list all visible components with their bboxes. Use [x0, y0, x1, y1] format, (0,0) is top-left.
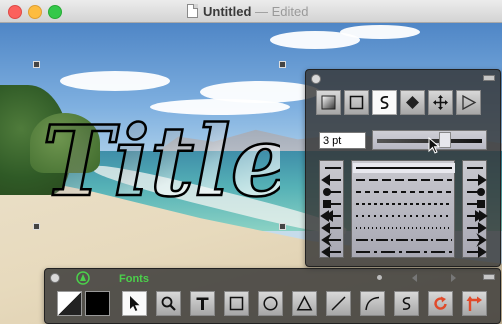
magnifier-icon — [161, 296, 176, 311]
minimize-window-button[interactable] — [28, 5, 42, 19]
dash-pattern-list[interactable] — [351, 160, 455, 258]
stroke-inspector-panel: 3 pt — [305, 69, 501, 267]
square-icon — [229, 296, 244, 311]
s-curve-icon — [380, 96, 389, 109]
page-indicator-dot — [377, 275, 382, 280]
title-text-art[interactable]: Title — [40, 83, 280, 223]
rectangle-tool[interactable] — [224, 291, 249, 316]
title-art-text: Title — [42, 105, 280, 218]
tools-palette: Fonts — [44, 268, 501, 324]
play-tool[interactable] — [456, 90, 481, 115]
color-mode-icon[interactable] — [76, 271, 90, 285]
stroke-width-field[interactable]: 3 pt — [319, 132, 366, 149]
arc-icon — [365, 296, 380, 311]
document-name: Untitled — [203, 4, 252, 19]
play-triangle-icon — [462, 94, 477, 111]
close-palette-icon[interactable] — [50, 273, 60, 283]
circle-icon — [263, 296, 278, 311]
close-window-button[interactable] — [8, 5, 22, 19]
window-titlebar: Untitled — Edited — [0, 0, 502, 23]
next-arrow-icon[interactable] — [449, 274, 457, 282]
selection-handle[interactable] — [279, 223, 286, 230]
selection-handle[interactable] — [279, 61, 286, 68]
edited-status: Edited — [271, 4, 309, 19]
triangle-icon — [296, 295, 313, 311]
move-tool[interactable] — [428, 90, 453, 115]
arrows-icon — [466, 296, 482, 311]
stroke-width-slider[interactable] — [372, 130, 487, 154]
dash-patterns-icon — [353, 163, 455, 253]
fill-color-swatch[interactable] — [85, 291, 110, 316]
ellipse-tool[interactable] — [258, 291, 283, 316]
cloud — [340, 25, 420, 39]
arrow-cursor-icon — [130, 296, 140, 311]
square-icon — [349, 95, 364, 110]
close-panel-icon[interactable] — [311, 74, 321, 84]
gradient-fill-tool[interactable] — [316, 90, 341, 115]
rotate-icon — [434, 296, 447, 310]
diamond-tool[interactable] — [400, 90, 425, 115]
line-tool[interactable] — [326, 291, 351, 316]
four-arrows-icon — [433, 95, 448, 110]
panel-resize-grip[interactable] — [483, 75, 495, 81]
previous-arrow-icon[interactable] — [411, 274, 419, 282]
diamond-icon — [406, 96, 419, 109]
end-arrowheads-icon — [467, 167, 488, 258]
palette-resize-grip[interactable] — [483, 274, 495, 280]
text-tool[interactable] — [190, 291, 215, 316]
arc-tool[interactable] — [360, 291, 385, 316]
start-cap-list[interactable] — [319, 160, 344, 258]
selection-handle[interactable] — [33, 61, 40, 68]
gradient-square-icon — [321, 95, 336, 110]
triangle-tool[interactable] — [292, 291, 317, 316]
document-icon[interactable] — [187, 4, 198, 18]
select-tool[interactable] — [122, 291, 147, 316]
line-icon — [331, 296, 346, 311]
zoom-window-button[interactable] — [48, 5, 62, 19]
window-title: Untitled — Edited — [203, 4, 309, 19]
T-icon — [196, 297, 209, 310]
title-separator: — — [255, 4, 269, 19]
rotate-tool[interactable] — [428, 291, 453, 316]
fonts-button[interactable]: Fonts — [119, 273, 149, 285]
freehand-tool[interactable] — [394, 291, 419, 316]
zoom-tool[interactable] — [156, 291, 181, 316]
freehand-stroke-tool[interactable] — [372, 90, 397, 115]
selection-handle[interactable] — [33, 223, 40, 230]
start-arrowheads-icon — [320, 167, 341, 258]
end-cap-list[interactable] — [462, 160, 488, 258]
rectangle-style-tool[interactable] — [344, 90, 369, 115]
stroke-color-swatch[interactable] — [57, 291, 82, 316]
s-curve-icon — [402, 297, 411, 310]
connector-tool[interactable] — [462, 291, 487, 316]
pointer-cursor-icon — [428, 137, 441, 154]
